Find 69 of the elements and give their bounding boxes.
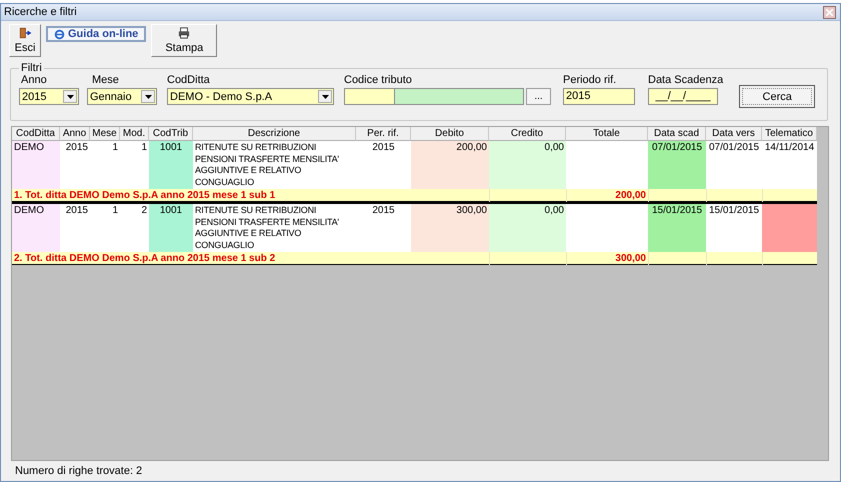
table-cell: 15/01/2015 [648,204,706,252]
field-label: Data Scadenza [648,74,724,86]
table-cell: 2015 [356,204,411,252]
total-value: 200,00 [566,189,648,202]
table-cell: DEMO [12,141,60,189]
group-title: Filtri [20,62,43,74]
table-cell: 1001 [149,204,193,252]
search-button[interactable]: Cerca [739,85,816,108]
dropdown[interactable]: Gennaio [87,88,157,105]
table-cell: 300,00 [411,204,489,252]
door-icon [18,27,32,39]
window-title: Ricerche e filtri [4,6,77,18]
table-cell: RITENUTE SU RETRIBUZIONI PENSIONI TRASFERTE MENSILITA' AGGIUNTIVE E RELATIVO CONGUAGLIO [193,141,356,189]
table-cell: RITENUTE SU RETRIBUZIONI PENSIONI TRASFERTE MENSILITA' AGGIUNTIVE E RELATIVO CONGUAGLIO [193,204,356,252]
table-cell: 07/01/2015 [648,141,706,189]
table-cell: 0,00 [489,204,566,252]
print-button[interactable]: Stampa [151,24,218,57]
dropdown[interactable]: 2015 [19,88,79,105]
field-label: Mese [91,74,120,86]
caret-icon [322,94,328,98]
field-label: Codice tributo [344,74,413,86]
total-label: 1. Tot. ditta DEMO Demo S.p.A anno 2015 mese 1 sub 1 [13,189,276,202]
column-header[interactable]: Totale [566,127,648,141]
caret-icon [144,94,152,98]
column-header[interactable]: Mod. [120,127,149,141]
table-cell: 15/01/2015 [706,204,762,252]
total-value: 300,00 [566,252,648,265]
exit-button[interactable]: Esci [9,24,41,57]
column-header[interactable]: Anno [60,127,90,141]
column-header[interactable]: Mese [90,127,120,141]
close-button[interactable] [823,6,836,18]
total-label: 2. Tot. ditta DEMO Demo S.p.A anno 2015 mese 1 sub 2 [13,252,276,265]
table-cell: 2015 [356,141,411,189]
table-cell: 2015 [60,141,90,189]
column-header[interactable]: Per. rif. [356,127,411,141]
input-field[interactable] [344,88,394,105]
table-cell: 2 [120,204,149,252]
input-field[interactable] [394,88,524,105]
browse-button[interactable]: ... [526,88,551,105]
table-cell: 2015 [60,204,90,252]
table-cell: 1001 [149,141,193,189]
column-header[interactable]: CodDitta [12,127,60,141]
field-label: Anno [20,74,48,86]
dropdown[interactable]: DEMO - Demo S.p.A [167,88,334,105]
column-header[interactable]: Credito [489,127,566,141]
close-icon [826,8,833,16]
column-header[interactable]: Data scad [648,127,706,141]
field-label: CodDitta [167,74,211,86]
table-cell: 0,00 [489,141,566,189]
status-text: Numero di righe trovate: 2 [15,465,142,477]
table-cell: 14/11/2014 [762,141,817,189]
date-field[interactable]: __/__/____ [648,88,718,105]
table-cell: 200,00 [411,141,489,189]
column-header[interactable]: CodTrib [149,127,193,141]
column-header[interactable]: Data vers [706,127,762,141]
help-button[interactable]: Guida on-line [46,26,146,42]
table-cell: DEMO [12,204,60,252]
printer-icon [177,27,192,39]
column-header[interactable]: Descrizione [193,127,356,141]
table-cell: 1 [90,141,120,189]
browser-icon [54,28,65,40]
table-cell: 1 [120,141,149,189]
table-cell: 07/01/2015 [706,141,762,189]
field-label: Periodo rif. [563,74,618,86]
table-cell: 1 [90,204,120,252]
caret-icon [66,94,74,98]
column-header[interactable]: Debito [411,127,489,141]
column-header[interactable]: Telematico [762,127,817,141]
input-field[interactable]: 2015 [563,88,635,105]
